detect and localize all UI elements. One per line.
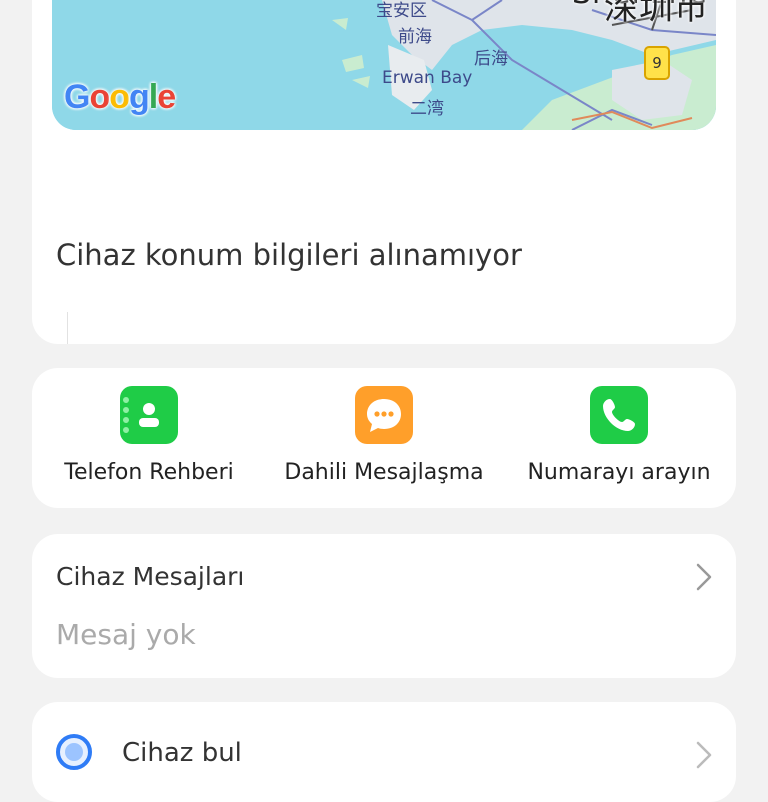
find-device-label: Cihaz bul xyxy=(122,738,242,768)
internal-messaging-button[interactable]: Dahili Mesajlaşma xyxy=(269,386,499,485)
phonebook-button[interactable]: Telefon Rehberi xyxy=(34,386,264,485)
find-device-card[interactable]: Cihaz bul xyxy=(32,702,736,802)
no-messages-text: Mesaj yok xyxy=(56,618,196,651)
map-label-city-zh: 深圳市 xyxy=(604,0,709,28)
call-number-label: Numarayı arayın xyxy=(527,460,711,485)
location-status-text: Cihaz konum bilgileri alınamıyor xyxy=(56,238,522,272)
map-label-baoan: 宝安区 xyxy=(376,1,427,21)
phone-icon xyxy=(590,386,648,444)
divider xyxy=(67,312,68,344)
search-icon xyxy=(56,734,92,770)
phonebook-label: Telefon Rehberi xyxy=(64,460,234,485)
contacts-book-icon xyxy=(120,386,178,444)
device-messages-title: Cihaz Mesajları xyxy=(56,562,245,591)
map-label-erwan-zh: 二湾 xyxy=(410,99,444,119)
map-label-qianhai: 前海 xyxy=(398,27,432,47)
route-badge: 9 xyxy=(644,46,670,80)
chevron-right-icon xyxy=(696,563,712,591)
google-logo: Google xyxy=(64,78,176,116)
map-label-erwan-en: Erwan Bay xyxy=(382,68,473,88)
map-label-houhai: 后海 xyxy=(474,49,508,69)
quick-actions-card: Telefon Rehberi Dahili Mesajlaşma Numara… xyxy=(32,368,736,508)
device-location-card: 宝安区 前海 后海 Erwan Bay 二湾 Shenzhe 深圳市 9 Goo… xyxy=(32,0,736,344)
device-messages-card[interactable]: Cihaz Mesajları Mesaj yok xyxy=(32,534,736,678)
call-number-button[interactable]: Numarayı arayın xyxy=(504,386,734,485)
location-map[interactable]: 宝安区 前海 后海 Erwan Bay 二湾 Shenzhe 深圳市 9 Goo… xyxy=(52,0,716,130)
internal-messaging-label: Dahili Mesajlaşma xyxy=(284,460,484,485)
chat-bubble-icon xyxy=(355,386,413,444)
chevron-right-icon xyxy=(696,741,712,769)
